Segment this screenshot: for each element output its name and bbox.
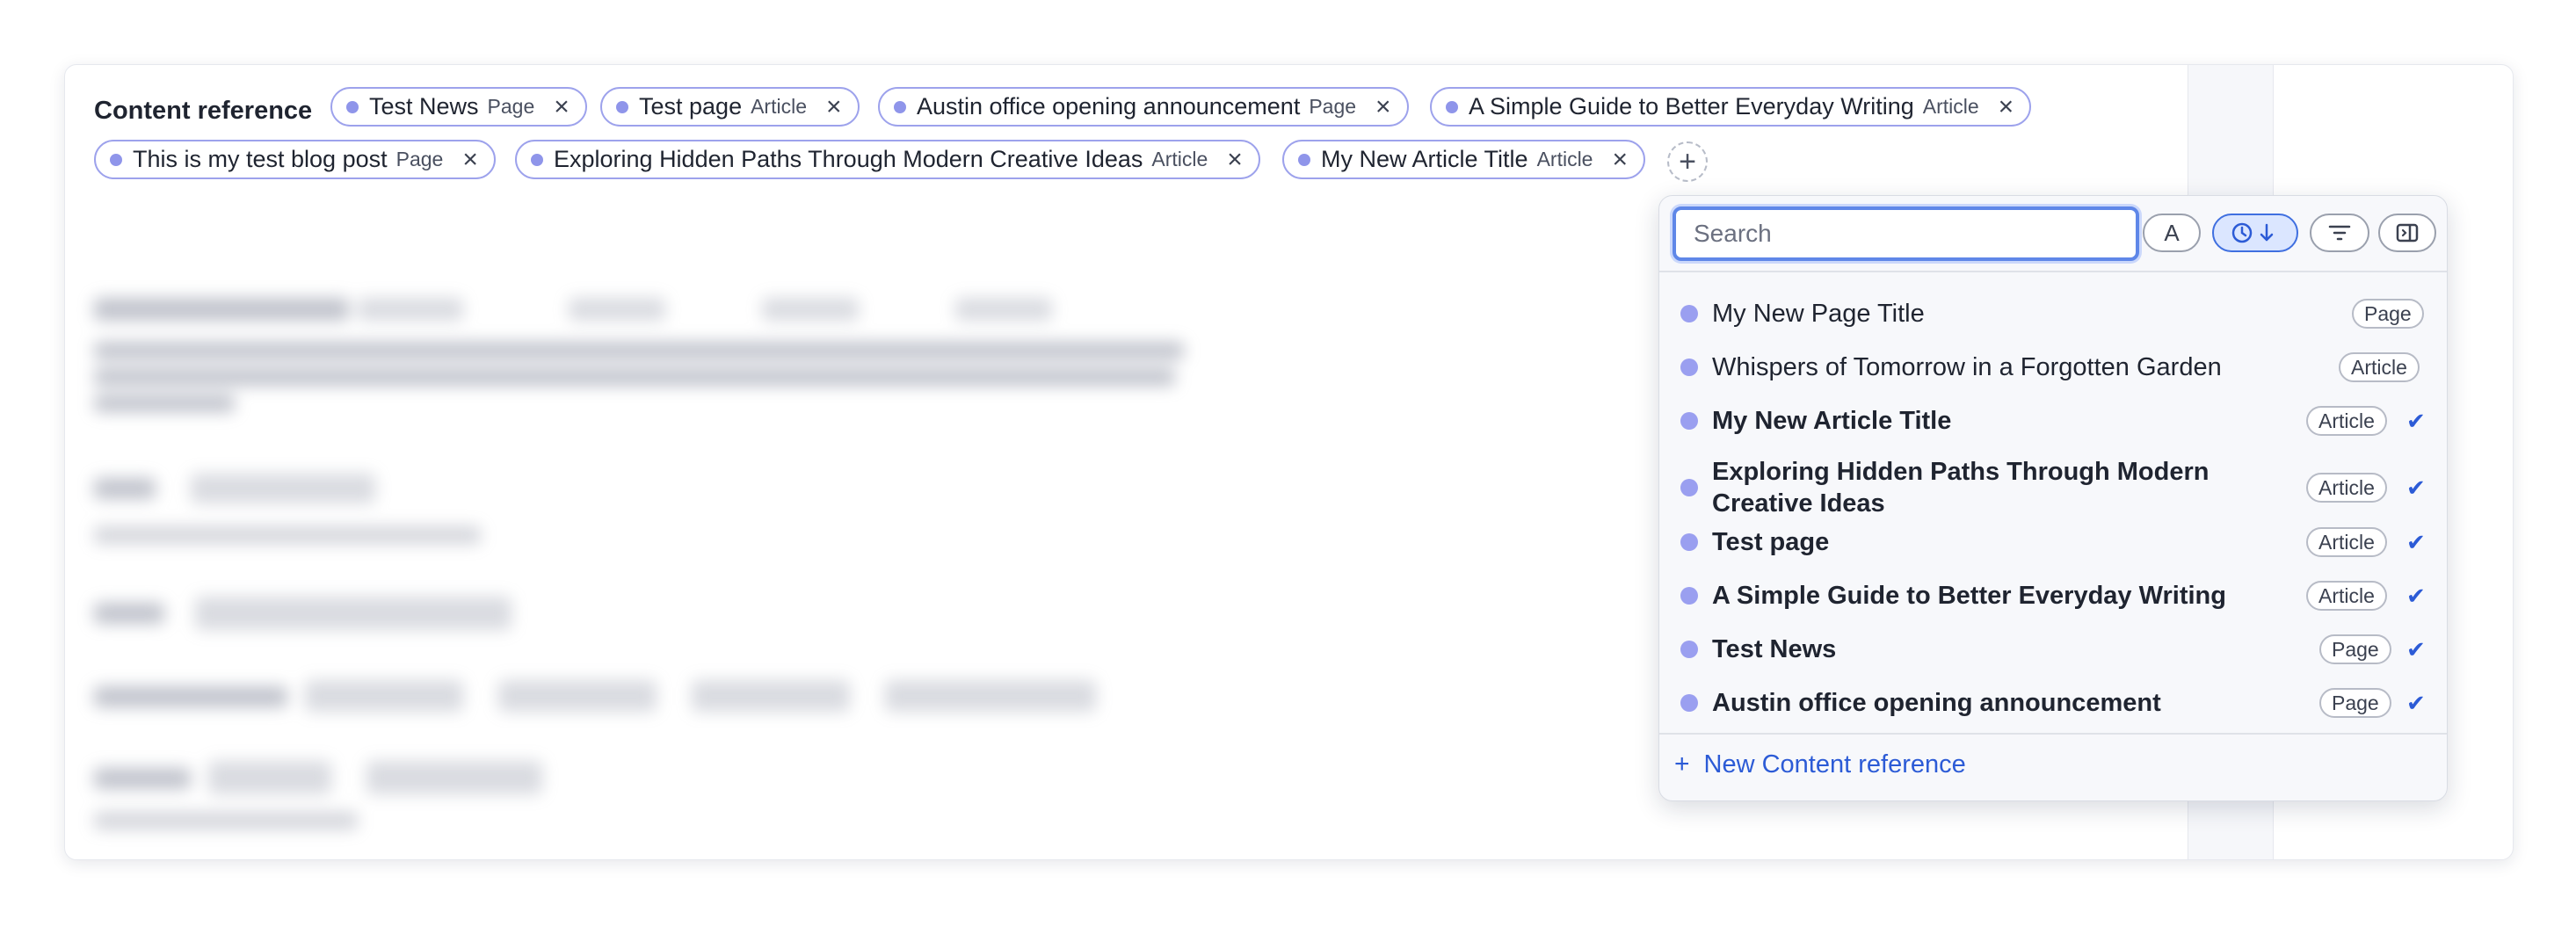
- chip-test-page[interactable]: Test page Article ×: [600, 87, 860, 127]
- close-icon[interactable]: ×: [1375, 93, 1391, 120]
- chip-type: Article: [1151, 148, 1208, 170]
- item-type-badge: Article: [2306, 581, 2387, 611]
- item-title: My New Page Title: [1712, 300, 1925, 328]
- chip-type: Article: [1922, 95, 1979, 118]
- item-title: Whispers of Tomorrow in a Forgotten Gard…: [1712, 353, 2222, 381]
- item-title: Exploring Hidden Paths Through Modern Cr…: [1712, 458, 2210, 518]
- chip-title: Test page: [639, 93, 743, 119]
- chip-title: This is my test blog post: [133, 146, 388, 172]
- chip-dot: [894, 100, 906, 113]
- check-icon: ✔: [2406, 407, 2426, 434]
- item-title: Test page: [1712, 528, 1830, 556]
- chip-dot: [1446, 100, 1458, 113]
- check-icon: ✔: [2406, 635, 2426, 663]
- add-reference-button[interactable]: +: [1667, 141, 1708, 182]
- close-icon[interactable]: ×: [1999, 93, 2014, 120]
- chip-type: Page: [1309, 95, 1357, 118]
- check-icon: ✔: [2406, 474, 2426, 501]
- list-item[interactable]: Test page Article ✔: [1659, 525, 2447, 560]
- chip-test-blog-post[interactable]: This is my test blog post Page ×: [94, 140, 496, 179]
- chip-dot: [346, 100, 359, 113]
- chip-title: A Simple Guide to Better Everyday Writin…: [1469, 93, 1914, 119]
- item-dot: [1680, 412, 1698, 430]
- chip-dot: [1298, 153, 1310, 166]
- list-item[interactable]: A Simple Guide to Better Everyday Writin…: [1659, 578, 2447, 613]
- chip-dot: [110, 153, 122, 166]
- list-item[interactable]: Test News Page ✔: [1659, 632, 2447, 667]
- close-icon[interactable]: ×: [1612, 146, 1628, 173]
- letter-a-icon: A: [2164, 219, 2180, 246]
- chip-type: Article: [1536, 148, 1593, 170]
- chip-dot: [616, 100, 628, 113]
- list-item[interactable]: Whispers of Tomorrow in a Forgotten Gard…: [1659, 350, 2447, 385]
- sort-recent-button[interactable]: [2212, 214, 2298, 252]
- item-type-badge: Article: [2339, 352, 2420, 382]
- chip-austin-office[interactable]: Austin office opening announcement Page …: [878, 87, 1409, 127]
- item-type-badge: Article: [2306, 406, 2387, 436]
- sort-alphabetical-button[interactable]: A: [2143, 214, 2201, 252]
- plus-icon: +: [1674, 750, 1690, 779]
- new-content-reference-label: New Content reference: [1703, 750, 1966, 779]
- item-type-badge: Page: [2319, 634, 2391, 664]
- item-dot: [1680, 358, 1698, 376]
- item-dot: [1680, 587, 1698, 605]
- chip-test-news[interactable]: Test News Page ×: [330, 87, 587, 127]
- chip-dot: [531, 153, 543, 166]
- item-dot: [1680, 533, 1698, 551]
- chip-title: Exploring Hidden Paths Through Modern Cr…: [554, 146, 1143, 172]
- divider: [1659, 733, 2447, 735]
- item-type-badge: Article: [2306, 527, 2387, 557]
- close-icon[interactable]: ×: [1227, 146, 1243, 173]
- item-dot: [1680, 641, 1698, 658]
- chip-type: Page: [395, 148, 444, 170]
- chip-title: Test News: [369, 93, 479, 119]
- chip-title: My New Article Title: [1321, 146, 1528, 172]
- item-title: Test News: [1712, 635, 1837, 663]
- item-title: Austin office opening announcement: [1712, 689, 2161, 717]
- check-icon: ✔: [2406, 528, 2426, 555]
- sidebar-panel-icon: [2396, 223, 2419, 243]
- item-title: A Simple Guide to Better Everyday Writin…: [1712, 582, 2226, 610]
- chip-title: Austin office opening announcement: [917, 93, 1301, 119]
- chip-type: Page: [487, 95, 535, 118]
- divider: [1659, 271, 2447, 272]
- list-item[interactable]: Exploring Hidden Paths Through Modern Cr…: [1659, 456, 2447, 519]
- list-item[interactable]: Austin office opening announcement Page …: [1659, 685, 2447, 721]
- toggle-preview-button[interactable]: [2378, 214, 2436, 252]
- filter-button[interactable]: [2310, 214, 2369, 252]
- search-input[interactable]: [1673, 206, 2139, 261]
- item-type-badge: Page: [2352, 299, 2424, 329]
- check-icon: ✔: [2406, 582, 2426, 609]
- close-icon[interactable]: ×: [826, 93, 842, 120]
- item-dot: [1680, 305, 1698, 322]
- chip-my-new-article[interactable]: My New Article Title Article ×: [1282, 140, 1645, 179]
- list-item[interactable]: My New Article Title Article ✔: [1659, 403, 2447, 438]
- item-type-badge: Page: [2319, 688, 2391, 718]
- new-content-reference-link[interactable]: + New Content reference: [1674, 750, 1966, 779]
- item-title: My New Article Title: [1712, 407, 1952, 435]
- list-item[interactable]: My New Page Title Page: [1659, 296, 2447, 331]
- filter-icon: [2328, 225, 2351, 241]
- check-icon: ✔: [2406, 689, 2426, 716]
- close-icon[interactable]: ×: [462, 146, 478, 173]
- close-icon[interactable]: ×: [554, 93, 570, 120]
- chip-type: Article: [751, 95, 807, 118]
- item-dot: [1680, 479, 1698, 496]
- clock-arrow-down-icon: [2231, 222, 2274, 243]
- item-dot: [1680, 694, 1698, 712]
- chip-simple-guide[interactable]: A Simple Guide to Better Everyday Writin…: [1430, 87, 2032, 127]
- blurred-form-content: [94, 223, 1237, 838]
- reference-picker-popover: A My New Page Title Page Whispers of Tom…: [1658, 195, 2448, 801]
- item-type-badge: Article: [2306, 473, 2387, 503]
- chip-exploring-hidden-paths[interactable]: Exploring Hidden Paths Through Modern Cr…: [515, 140, 1260, 179]
- field-label: Content reference: [94, 97, 313, 125]
